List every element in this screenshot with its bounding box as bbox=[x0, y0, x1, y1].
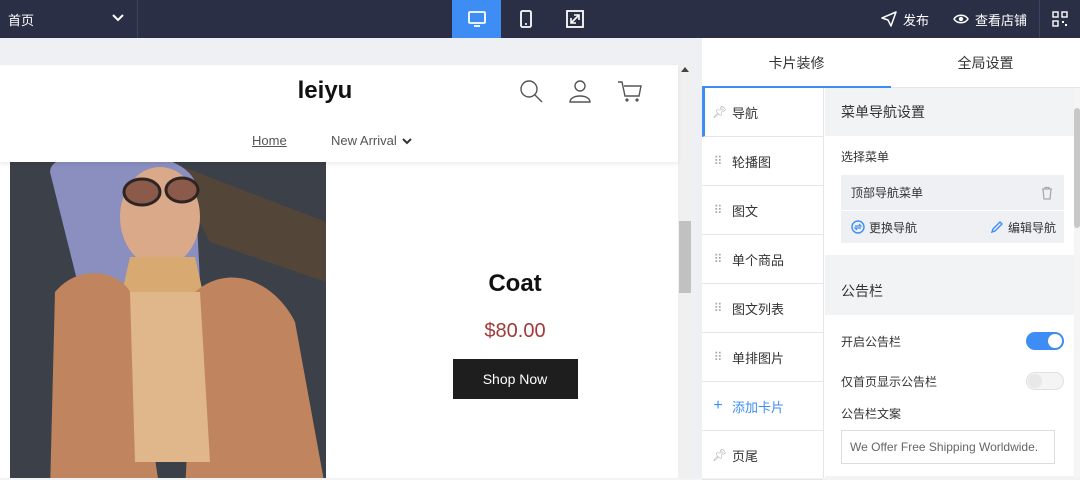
add-card-button[interactable]: + 添加卡片 bbox=[702, 382, 823, 431]
card-item-image-text[interactable]: ⠿ 图文 bbox=[702, 186, 823, 235]
desktop-icon bbox=[467, 11, 486, 27]
toggle-knob bbox=[1048, 334, 1062, 348]
product-photo bbox=[10, 162, 326, 478]
card-item-label: 轮播图 bbox=[732, 154, 772, 170]
top-bar: 首页 发布 查看店铺 bbox=[0, 0, 1080, 38]
search-icon[interactable] bbox=[518, 78, 544, 104]
home-only-toggle[interactable] bbox=[1026, 372, 1064, 390]
nav-new-arrival-link[interactable]: New Arrival bbox=[331, 133, 412, 148]
home-only-row: 仅首页显示公告栏 bbox=[841, 361, 1064, 401]
announcement-title: 公告栏 bbox=[841, 283, 883, 299]
fullscreen-icon bbox=[565, 10, 584, 28]
card-item-footer[interactable]: 📌︎ 页尾 bbox=[702, 431, 823, 480]
chevron-down-icon bbox=[402, 137, 412, 144]
selected-menu-name: 顶部导航菜单 bbox=[851, 186, 924, 200]
card-item-single-row-image[interactable]: ⠿ 单排图片 bbox=[702, 333, 823, 382]
store-logo[interactable]: leiyu bbox=[0, 77, 650, 105]
product-price: $80.00 bbox=[484, 320, 546, 342]
preview-canvas: leiyu Home New Arrival Coat $80.00 Shop … bbox=[0, 65, 678, 478]
model-illustration bbox=[10, 162, 326, 478]
scrollbar-thumb[interactable] bbox=[679, 221, 691, 293]
settings-pane: 菜单导航设置 选择菜单 顶部导航菜单 更换导航 编辑导航 公告栏 开启公告栏 仅… bbox=[825, 88, 1080, 478]
select-menu-label: 选择菜单 bbox=[841, 150, 890, 164]
nav-new-arrival-label: New Arrival bbox=[331, 133, 397, 148]
drag-handle-icon[interactable]: ⠿ bbox=[712, 252, 724, 266]
card-item-image-text-list[interactable]: ⠿ 图文列表 bbox=[702, 284, 823, 333]
product-block: Coat $80.00 Shop Now bbox=[354, 270, 676, 399]
qr-code-icon bbox=[1052, 11, 1068, 27]
card-item-label: 导航 bbox=[732, 105, 759, 121]
device-switcher bbox=[452, 0, 599, 38]
card-item-nav[interactable]: 📌︎ 导航 bbox=[702, 88, 823, 137]
desktop-view-button[interactable] bbox=[452, 0, 501, 38]
edit-nav-button[interactable]: 编辑导航 bbox=[990, 219, 1056, 236]
card-item-label: 图文列表 bbox=[732, 301, 785, 317]
menu-settings-title: 菜单导航设置 bbox=[841, 104, 925, 120]
tab-global-settings[interactable]: 全局设置 bbox=[891, 38, 1080, 87]
pin-icon: 📌︎ bbox=[712, 105, 728, 119]
send-icon bbox=[881, 11, 897, 27]
panel-tabs: 卡片装修 全局设置 bbox=[702, 38, 1080, 88]
product-title: Coat bbox=[488, 270, 542, 297]
top-actions: 发布 查看店铺 bbox=[869, 0, 1080, 38]
page-select[interactable]: 首页 bbox=[0, 0, 138, 38]
qr-code-button[interactable] bbox=[1039, 0, 1080, 38]
announcement-text-label: 公告栏文案 bbox=[841, 407, 902, 421]
card-item-label: 图文 bbox=[732, 203, 759, 219]
chevron-down-icon bbox=[112, 14, 124, 22]
announcement-body: 开启公告栏 仅首页显示公告栏 公告栏文案 bbox=[825, 315, 1080, 476]
store-preview: leiyu Home New Arrival Coat $80.00 Shop … bbox=[0, 38, 702, 478]
fullscreen-button[interactable] bbox=[550, 0, 599, 38]
drag-handle-icon[interactable]: ⠿ bbox=[712, 350, 724, 364]
pin-icon: 📌︎ bbox=[712, 448, 728, 462]
panel-scrollbar[interactable] bbox=[1074, 88, 1080, 478]
edit-nav-label: 编辑导航 bbox=[1007, 220, 1056, 235]
add-card-label: 添加卡片 bbox=[732, 399, 785, 415]
preview-scrollbar[interactable] bbox=[678, 65, 692, 478]
publish-label: 发布 bbox=[902, 12, 929, 28]
menu-settings-body: 选择菜单 顶部导航菜单 更换导航 编辑导航 bbox=[825, 136, 1080, 255]
toggle-knob bbox=[1028, 374, 1042, 388]
selected-menu-box: 顶部导航菜单 更换导航 编辑导航 bbox=[841, 175, 1064, 243]
card-item-label: 页尾 bbox=[732, 448, 759, 464]
publish-button[interactable]: 发布 bbox=[869, 0, 941, 38]
panel-scrollbar-thumb[interactable] bbox=[1074, 108, 1080, 228]
nav-home-link[interactable]: Home bbox=[252, 133, 287, 148]
pencil-icon bbox=[990, 221, 1003, 234]
store-header: leiyu Home New Arrival bbox=[0, 65, 678, 162]
mobile-view-button[interactable] bbox=[501, 0, 550, 38]
view-store-button[interactable]: 查看店铺 bbox=[941, 0, 1039, 38]
plus-icon: + bbox=[713, 397, 723, 414]
card-list: 📌︎ 导航 ⠿ 轮播图 ⠿ 图文 ⠿ 单个商品 ⠿ 图文列表 ⠿ 单排图片 + … bbox=[702, 88, 824, 480]
change-nav-label: 更换导航 bbox=[869, 220, 918, 235]
enable-announcement-toggle[interactable] bbox=[1026, 332, 1064, 350]
announcement-text-input[interactable] bbox=[841, 430, 1055, 464]
eye-icon bbox=[953, 14, 969, 24]
drag-handle-icon[interactable]: ⠿ bbox=[712, 301, 724, 315]
drag-handle-icon[interactable]: ⠿ bbox=[712, 203, 724, 217]
enable-announcement-label: 开启公告栏 bbox=[841, 334, 902, 349]
home-only-label: 仅首页显示公告栏 bbox=[841, 374, 938, 389]
view-store-label: 查看店铺 bbox=[974, 12, 1027, 28]
card-item-single-product[interactable]: ⠿ 单个商品 bbox=[702, 235, 823, 284]
trash-icon[interactable] bbox=[1040, 186, 1054, 200]
card-item-carousel[interactable]: ⠿ 轮播图 bbox=[702, 137, 823, 186]
card-item-label: 单排图片 bbox=[732, 350, 785, 366]
change-nav-button[interactable]: 更换导航 bbox=[851, 219, 917, 236]
cart-icon[interactable] bbox=[617, 78, 643, 104]
card-item-label: 单个商品 bbox=[732, 252, 785, 268]
scroll-up-arrow[interactable] bbox=[681, 67, 689, 72]
mobile-icon bbox=[519, 10, 532, 28]
page-select-label: 首页 bbox=[8, 12, 35, 28]
shop-now-button[interactable]: Shop Now bbox=[452, 359, 578, 399]
account-icon[interactable] bbox=[567, 78, 593, 104]
drag-handle-icon[interactable]: ⠿ bbox=[712, 154, 724, 168]
editor-panel: 卡片装修 全局设置 📌︎ 导航 ⠿ 轮播图 ⠿ 图文 ⠿ 单个商品 ⠿ 图文列表… bbox=[702, 38, 1080, 480]
tab-card-decoration[interactable]: 卡片装修 bbox=[702, 38, 891, 88]
swap-icon bbox=[851, 220, 865, 234]
enable-announcement-row: 开启公告栏 bbox=[841, 321, 1064, 361]
